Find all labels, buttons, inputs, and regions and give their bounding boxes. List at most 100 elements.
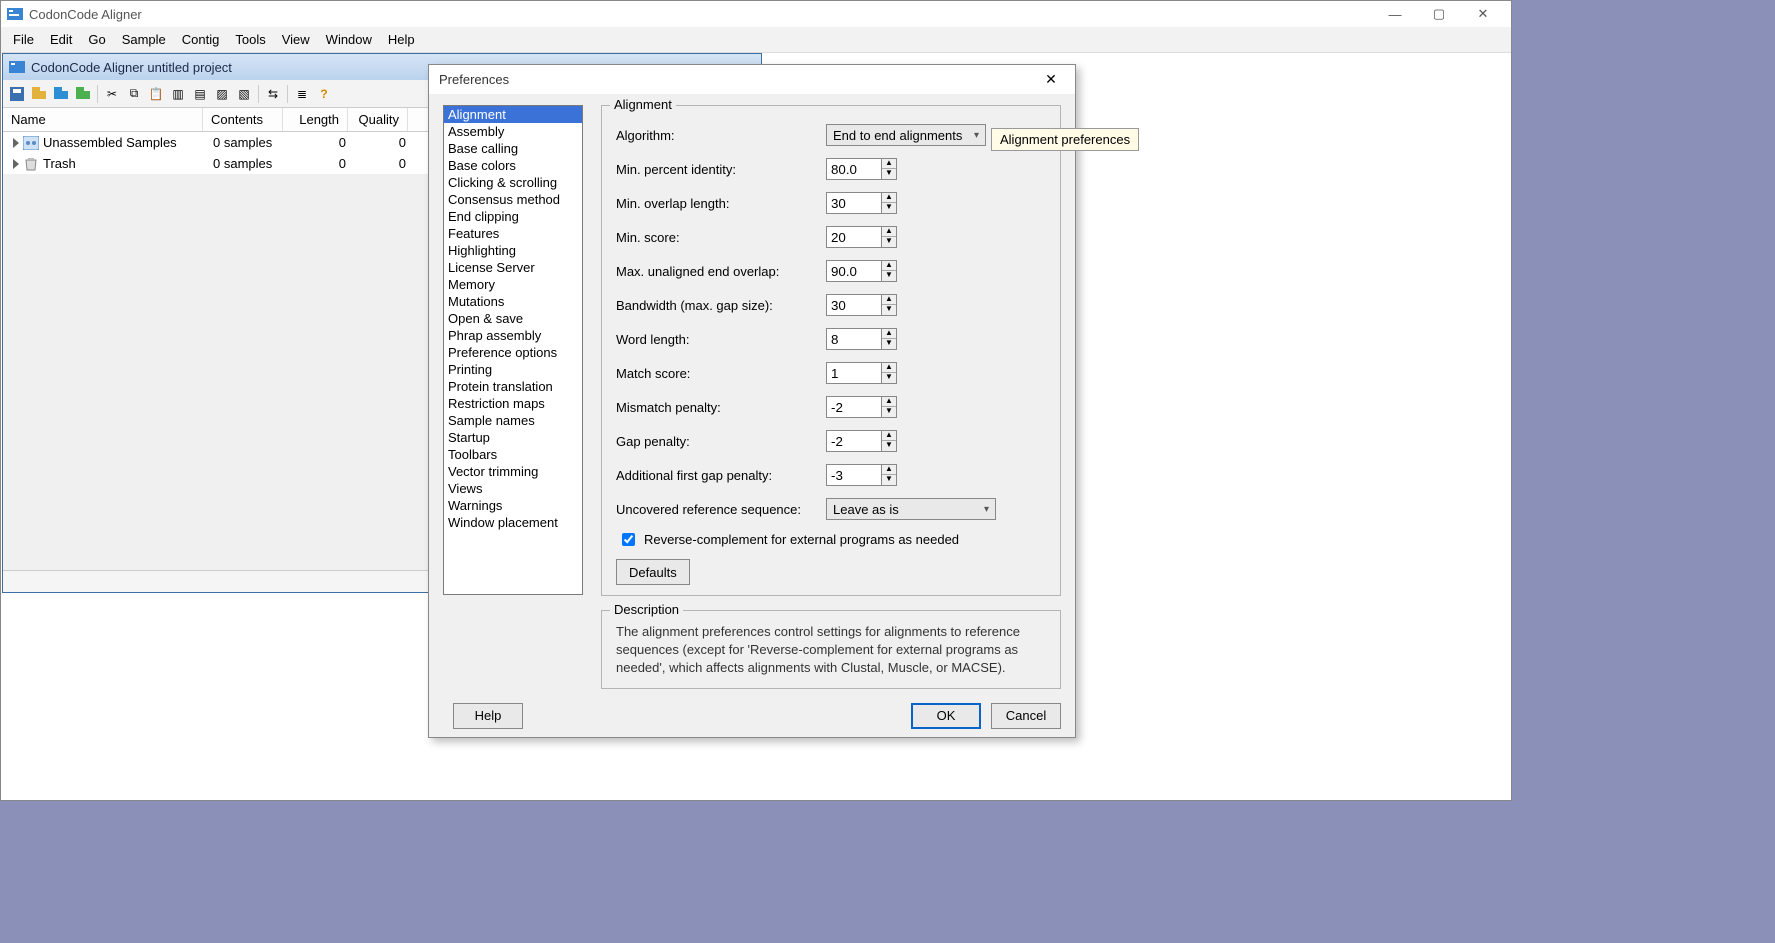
tool-a-icon[interactable]: ▥ <box>168 84 188 104</box>
field-input[interactable] <box>826 192 882 214</box>
uncovered-select[interactable]: Leave as is ▾ <box>826 498 996 520</box>
field-input[interactable] <box>826 430 882 452</box>
preferences-panel: Alignment Algorithm: End to end alignmen… <box>601 105 1061 689</box>
cut-icon[interactable]: ✂ <box>102 84 122 104</box>
field-input[interactable] <box>826 362 882 384</box>
spin-down-icon[interactable]: ▼ <box>882 271 896 281</box>
save-icon[interactable] <box>7 84 27 104</box>
tool-c-icon[interactable]: ▨ <box>212 84 232 104</box>
spinner-buttons[interactable]: ▲▼ <box>882 430 897 452</box>
pref-category-item[interactable]: Toolbars <box>444 446 582 463</box>
reverse-complement-checkbox[interactable] <box>622 533 635 546</box>
field-input[interactable] <box>826 396 882 418</box>
spinner-buttons[interactable]: ▲▼ <box>882 158 897 180</box>
menu-help[interactable]: Help <box>380 30 423 49</box>
cancel-button[interactable]: Cancel <box>991 703 1061 729</box>
spinner-buttons[interactable]: ▲▼ <box>882 362 897 384</box>
spinner-buttons[interactable]: ▲▼ <box>882 464 897 486</box>
pref-category-item[interactable]: Open & save <box>444 310 582 327</box>
preferences-category-list[interactable]: AlignmentAssemblyBase callingBase colors… <box>443 105 583 595</box>
dialog-titlebar[interactable]: Preferences ✕ <box>429 65 1075 95</box>
help-icon[interactable]: ? <box>314 84 334 104</box>
close-button[interactable]: ✕ <box>1461 1 1505 27</box>
paste-icon[interactable]: 📋 <box>146 84 166 104</box>
pref-category-item[interactable]: Memory <box>444 276 582 293</box>
pref-category-item[interactable]: Vector trimming <box>444 463 582 480</box>
expand-icon[interactable] <box>13 159 19 169</box>
pref-category-item[interactable]: Sample names <box>444 412 582 429</box>
menu-view[interactable]: View <box>274 30 318 49</box>
pref-category-item[interactable]: License Server <box>444 259 582 276</box>
menu-edit[interactable]: Edit <box>42 30 80 49</box>
field-input[interactable] <box>826 226 882 248</box>
open-icon[interactable] <box>29 84 49 104</box>
pref-category-item[interactable]: Alignment <box>444 106 582 123</box>
menu-file[interactable]: File <box>5 30 42 49</box>
tool-d-icon[interactable]: ▧ <box>234 84 254 104</box>
pref-category-item[interactable]: Highlighting <box>444 242 582 259</box>
menu-contig[interactable]: Contig <box>174 30 228 49</box>
minimize-button[interactable]: — <box>1373 1 1417 27</box>
maximize-button[interactable]: ▢ <box>1417 1 1461 27</box>
pref-category-item[interactable]: Views <box>444 480 582 497</box>
spin-down-icon[interactable]: ▼ <box>882 407 896 417</box>
pref-category-item[interactable]: Preference options <box>444 344 582 361</box>
pref-category-item[interactable]: Base colors <box>444 157 582 174</box>
col-name[interactable]: Name <box>3 108 203 131</box>
algorithm-select[interactable]: End to end alignments ▾ <box>826 124 986 146</box>
col-contents[interactable]: Contents <box>203 108 283 131</box>
spin-down-icon[interactable]: ▼ <box>882 203 896 213</box>
spin-down-icon[interactable]: ▼ <box>882 475 896 485</box>
pref-category-item[interactable]: Window placement <box>444 514 582 531</box>
folder-blue-icon[interactable] <box>51 84 71 104</box>
pref-category-item[interactable]: Clicking & scrolling <box>444 174 582 191</box>
pref-category-item[interactable]: Phrap assembly <box>444 327 582 344</box>
spinner-buttons[interactable]: ▲▼ <box>882 260 897 282</box>
field-input[interactable] <box>826 464 882 486</box>
pref-category-item[interactable]: Printing <box>444 361 582 378</box>
spin-down-icon[interactable]: ▼ <box>882 305 896 315</box>
spin-down-icon[interactable]: ▼ <box>882 339 896 349</box>
defaults-button[interactable]: Defaults <box>616 559 690 585</box>
pref-category-item[interactable]: Consensus method <box>444 191 582 208</box>
menu-tools[interactable]: Tools <box>227 30 273 49</box>
spin-down-icon[interactable]: ▼ <box>882 441 896 451</box>
pref-category-item[interactable]: Startup <box>444 429 582 446</box>
pref-category-item[interactable]: Warnings <box>444 497 582 514</box>
pref-category-item[interactable]: End clipping <box>444 208 582 225</box>
field-input[interactable] <box>826 328 882 350</box>
pref-category-item[interactable]: Assembly <box>444 123 582 140</box>
ok-button[interactable]: OK <box>911 703 981 729</box>
spinner-buttons[interactable]: ▲▼ <box>882 328 897 350</box>
field-input[interactable] <box>826 158 882 180</box>
project-title: CodonCode Aligner untitled project <box>31 60 232 75</box>
menu-window[interactable]: Window <box>318 30 380 49</box>
expand-icon[interactable] <box>13 138 19 148</box>
menu-sample[interactable]: Sample <box>114 30 174 49</box>
tool-b-icon[interactable]: ▤ <box>190 84 210 104</box>
col-length[interactable]: Length <box>283 108 348 131</box>
spin-down-icon[interactable]: ▼ <box>882 169 896 179</box>
col-quality[interactable]: Quality <box>348 108 408 131</box>
pref-category-item[interactable]: Base calling <box>444 140 582 157</box>
spinner-buttons[interactable]: ▲▼ <box>882 192 897 214</box>
pref-category-item[interactable]: Restriction maps <box>444 395 582 412</box>
pref-category-item[interactable]: Features <box>444 225 582 242</box>
field-input[interactable] <box>826 260 882 282</box>
tool-f-icon[interactable]: ≣ <box>292 84 312 104</box>
spinner-buttons[interactable]: ▲▼ <box>882 294 897 316</box>
tool-e-icon[interactable]: ⇆ <box>263 84 283 104</box>
spin-down-icon[interactable]: ▼ <box>882 373 896 383</box>
copy-icon[interactable]: ⧉ <box>124 84 144 104</box>
reverse-complement-label[interactable]: Reverse-complement for external programs… <box>644 532 959 547</box>
help-button[interactable]: Help <box>453 703 523 729</box>
spinner-buttons[interactable]: ▲▼ <box>882 226 897 248</box>
pref-category-item[interactable]: Protein translation <box>444 378 582 395</box>
folder-green-icon[interactable] <box>73 84 93 104</box>
spin-down-icon[interactable]: ▼ <box>882 237 896 247</box>
pref-category-item[interactable]: Mutations <box>444 293 582 310</box>
menu-go[interactable]: Go <box>80 30 113 49</box>
spinner-buttons[interactable]: ▲▼ <box>882 396 897 418</box>
dialog-close-button[interactable]: ✕ <box>1037 69 1065 91</box>
field-input[interactable] <box>826 294 882 316</box>
